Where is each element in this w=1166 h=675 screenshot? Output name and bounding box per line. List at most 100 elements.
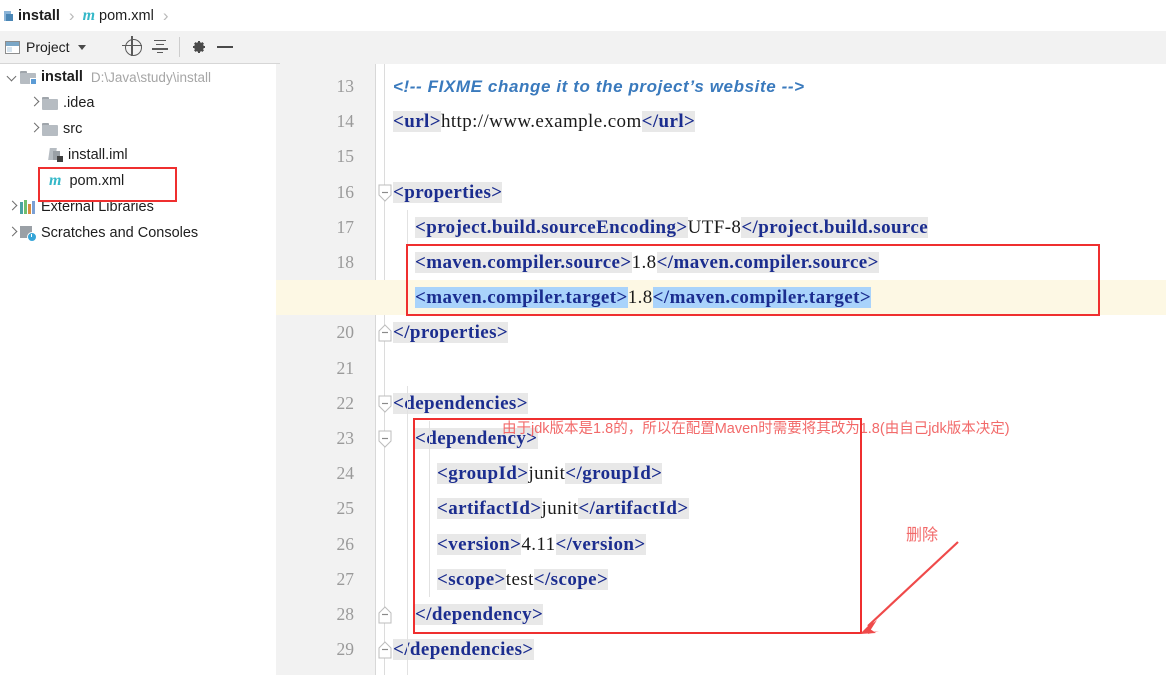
code-text-area[interactable]: <!-- FIXME change it to the project’s we… [276,64,1166,675]
code-token: </maven.compiler.target> [652,287,872,309]
project-view-selector[interactable]: Project [0,31,91,63]
code-token: 4.11 [521,533,556,555]
folder-icon [42,122,58,136]
code-token: </url> [641,111,696,133]
code-token: <maven.compiler.target> [415,287,628,309]
gear-icon [191,39,207,55]
tree-item-label: src [63,121,83,137]
indent-guide [407,209,408,316]
code-editor[interactable]: 1314151617181920212223242526272829 <!-- … [276,64,1166,675]
fold-open-icon[interactable] [375,184,395,202]
tree-item-label: install.iml [68,147,128,163]
hide-button[interactable] [212,34,238,60]
tree-item-install[interactable]: install D:\Java\study\install [0,64,276,90]
annotation-box-pom-xml [38,167,177,202]
code-line-text: </properties> [393,315,509,350]
code-token: 1.8 [627,287,653,309]
folder-icon [42,96,58,110]
code-token: <!-- FIXME change it to the project’s we… [393,77,805,96]
tree-item-src[interactable]: src [0,116,276,142]
fold-open-icon[interactable] [375,395,395,413]
annotation-jdk-note: 由于jdk版本是1.8的，所以在配置Maven时需要将其改为1.8(由自己jdk… [502,421,1010,437]
code-line-text: <url>http://www.example.com</url> [393,104,696,139]
fold-close-icon[interactable] [375,641,395,659]
toolbar-divider [178,37,180,57]
code-token: </scope> [533,568,609,590]
code-line-text: <artifactId>junit</artifactId> [437,491,689,526]
code-token: </project.build.source [741,216,929,238]
code-token: </dependency> [415,604,544,625]
code-line-text: </dependencies> [393,632,534,667]
code-token: UTF-8 [687,216,742,238]
breadcrumb-separator-icon: › [68,6,75,25]
tree-item-install-iml[interactable]: install.iml [0,142,276,168]
code-line-text: <maven.compiler.source>1.8</maven.compil… [415,245,879,280]
code-token: </maven.compiler.source> [656,252,879,273]
code-token: <version> [437,533,522,555]
chevron-right-icon[interactable] [26,121,42,137]
annotation-delete-note: 删除 [906,527,939,544]
code-token: <dependencies> [393,392,528,414]
code-token: </version> [555,533,646,555]
code-token: http://www.example.com [440,111,642,133]
fold-close-icon[interactable] [375,324,395,342]
code-token: <artifactId> [437,498,542,520]
maven-m-icon: m [82,6,96,24]
minimize-icon [216,46,233,48]
tree-item-scratches-and-consoles[interactable]: Scratches and Consoles [0,220,276,246]
collapse-all-button[interactable] [147,34,173,60]
tree-item-label: install [41,69,83,85]
chevron-right-icon[interactable] [4,225,20,241]
indent-guide [407,385,408,675]
code-token: <properties> [393,181,503,203]
settings-button[interactable] [186,34,212,60]
code-line-text: <dependencies> [393,386,528,421]
chevron-right-icon[interactable] [26,95,42,111]
scratches-icon [20,225,37,242]
tree-item-label: Scratches and Consoles [41,225,199,241]
code-token: </artifactId> [578,498,689,520]
project-toolbar: Project [0,31,280,63]
code-line-text: <version>4.11</version> [437,527,646,562]
breadcrumb-label: pom.xml [99,7,154,24]
idea-window: install › m pom.xml › Project install D:… [0,0,1166,675]
code-line-text: <properties> [393,175,503,210]
breadcrumb-label: install [18,7,60,24]
code-line-text: </dependency> [415,597,544,632]
code-line-text: <project.build.sourceEncoding>UTF-8</pro… [415,210,929,245]
code-line-text: <groupId>junit</groupId> [437,456,663,491]
code-token: <maven.compiler.source> [415,252,632,273]
module-folder-icon [20,70,37,85]
toolbar: Project [0,31,1166,95]
breadcrumb-separator-icon: › [162,6,169,25]
chevron-down-icon[interactable] [4,69,20,85]
code-token: </properties> [393,322,509,344]
select-opened-file-button[interactable] [121,34,147,60]
chevron-right-icon[interactable] [4,199,20,215]
breadcrumb: install › m pom.xml › [0,0,1166,31]
module-icon [4,10,15,22]
project-label: Project [26,39,70,55]
fold-open-icon[interactable] [375,430,395,448]
code-token: <scope> [437,568,506,590]
breadcrumb-item-install[interactable]: install [4,0,60,31]
collapse-all-icon [151,39,168,55]
fold-close-icon[interactable] [375,606,395,624]
tree-item-idea[interactable]: .idea [0,90,276,116]
tree-item-path: D:\Java\study\install [90,69,211,85]
breadcrumb-item-pomxml[interactable]: m pom.xml [82,0,154,31]
code-token: junit [528,463,566,485]
project-window-icon [5,40,20,54]
code-token: </groupId> [565,463,663,485]
select-opened-file-icon [122,35,143,56]
code-token: test [505,568,534,590]
code-token: 1.8 [631,252,657,273]
code-token: <groupId> [437,463,529,485]
chevron-down-icon[interactable] [77,44,86,50]
